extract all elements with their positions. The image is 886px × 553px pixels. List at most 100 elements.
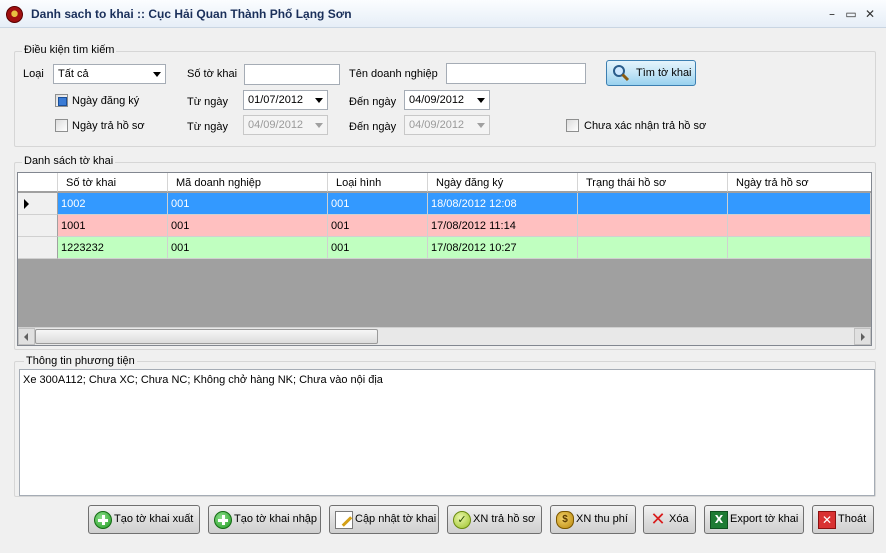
so-to-khai-cell[interactable]: 1002 <box>58 193 168 215</box>
so-to-khai-label: Số tờ khai <box>187 68 238 80</box>
loai-value: Tất cả <box>58 68 89 80</box>
check-icon: ✓ <box>453 511 471 529</box>
cap-nhat-to-khai-label: Cập nhật tờ khai <box>355 513 437 525</box>
so-to-khai-cell[interactable]: 1001 <box>58 215 168 237</box>
loai-hinh-cell[interactable]: 001 <box>328 215 428 237</box>
ten-doanh-nghiep-input[interactable] <box>446 63 586 84</box>
edit-icon <box>335 511 353 529</box>
thoat-button[interactable]: ✕ Thoát <box>812 505 874 534</box>
ngay-dang-ky-cell[interactable]: 17/08/2012 11:14 <box>428 215 578 237</box>
col-header-trang-thai[interactable]: Trạng thái hồ sơ <box>578 173 728 192</box>
search-group-label: Điều kiện tìm kiếm <box>22 44 117 56</box>
table-row[interactable]: 1001 001 001 17/08/2012 11:14 <box>18 215 871 237</box>
xn-tra-ho-so-button[interactable]: ✓ XN trả hồ sơ <box>447 505 542 534</box>
ngay-tra-cell[interactable] <box>728 193 871 215</box>
tao-to-khai-xuat-label: Tạo tờ khai xuất <box>114 513 194 525</box>
den-ngay-value: 04/09/2012 <box>409 94 465 106</box>
money-bag-icon: $ <box>556 511 574 529</box>
chevron-down-icon <box>315 123 323 128</box>
exit-icon: ✕ <box>818 511 836 529</box>
scroll-right-icon[interactable] <box>854 328 871 345</box>
loai-hinh-cell[interactable]: 001 <box>328 193 428 215</box>
row-header[interactable] <box>18 237 58 259</box>
ma-doanh-nghiep-cell[interactable]: 001 <box>168 237 328 259</box>
minimize-button[interactable]: – <box>825 7 839 21</box>
tao-to-khai-nhap-button[interactable]: Tạo tờ khai nhập <box>208 505 321 534</box>
ten-doanh-nghiep-label: Tên doanh nghiệp <box>349 68 438 80</box>
tu-ngay-tra-label: Từ ngày <box>187 121 228 133</box>
ngay-tra-cell[interactable] <box>728 215 871 237</box>
export-to-khai-label: Export tờ khai <box>730 513 799 525</box>
ngay-tra-ho-so-checkbox[interactable] <box>55 119 68 132</box>
tim-to-khai-button[interactable]: Tìm tờ khai <box>606 60 696 86</box>
loai-label: Loại <box>23 68 44 80</box>
current-row-indicator-icon <box>24 199 29 209</box>
window-title: Danh sach to khai :: Cục Hải Quan Thành … <box>31 7 352 21</box>
col-header-ngay-dang-ky[interactable]: Ngày đăng ký <box>428 173 578 192</box>
ngay-dang-ky-label: Ngày đăng ký <box>72 95 140 107</box>
ma-doanh-nghiep-cell[interactable]: 001 <box>168 193 328 215</box>
loai-select[interactable]: Tất cả <box>53 64 166 84</box>
delete-icon: ✕ <box>650 509 666 530</box>
plus-icon <box>94 511 112 529</box>
title-bar[interactable]: Danh sach to khai :: Cục Hải Quan Thành … <box>0 0 886 28</box>
den-ngay-tra-value: 04/09/2012 <box>409 119 465 131</box>
col-header-so-to-khai[interactable]: Số tờ khai <box>58 173 168 192</box>
col-header-loai-hinh[interactable]: Loại hình <box>328 173 428 192</box>
ngay-dang-ky-cell[interactable]: 18/08/2012 12:08 <box>428 193 578 215</box>
den-ngay-datepicker[interactable]: 04/09/2012 <box>404 90 490 110</box>
magnifier-icon <box>612 64 630 82</box>
ngay-tra-cell[interactable] <box>728 237 871 259</box>
xoa-button[interactable]: ✕ Xóa <box>643 505 696 534</box>
horizontal-scrollbar[interactable] <box>18 327 871 345</box>
to-khai-grid[interactable]: Số tờ khai Mã doanh nghiệp Loại hình Ngà… <box>17 172 872 346</box>
den-ngay-tra-datepicker: 04/09/2012 <box>404 115 490 135</box>
row-header[interactable] <box>18 215 58 237</box>
den-ngay-label: Đến ngày <box>349 96 397 108</box>
so-to-khai-cell[interactable]: 1223232 <box>58 237 168 259</box>
scroll-thumb[interactable] <box>35 329 378 344</box>
scroll-left-icon[interactable] <box>18 328 35 345</box>
chevron-down-icon <box>153 72 161 77</box>
maximize-button[interactable]: ▭ <box>844 7 858 21</box>
den-ngay-tra-label: Đến ngày <box>349 121 397 133</box>
chevron-down-icon <box>477 123 485 128</box>
cap-nhat-to-khai-button[interactable]: Cập nhật tờ khai <box>329 505 439 534</box>
chua-xac-nhan-label: Chưa xác nhận trả hồ sơ <box>584 120 707 132</box>
trang-thai-cell[interactable] <box>578 215 728 237</box>
xn-thu-phi-label: XN thu phí <box>576 513 628 525</box>
so-to-khai-input[interactable] <box>244 64 340 85</box>
tao-to-khai-nhap-label: Tạo tờ khai nhập <box>234 513 318 525</box>
trang-thai-cell[interactable] <box>578 237 728 259</box>
table-row[interactable]: 1002 001 001 18/08/2012 12:08 <box>18 193 871 215</box>
col-header-ngay-tra[interactable]: Ngày trả hồ sơ <box>728 173 871 192</box>
ma-doanh-nghiep-cell[interactable]: 001 <box>168 215 328 237</box>
thoat-label: Thoát <box>838 513 867 525</box>
chua-xac-nhan-checkbox[interactable] <box>566 119 579 132</box>
row-header[interactable] <box>18 193 58 215</box>
tao-to-khai-xuat-button[interactable]: Tạo tờ khai xuất <box>88 505 200 534</box>
tu-ngay-tra-datepicker: 04/09/2012 <box>243 115 328 135</box>
export-to-khai-button[interactable]: X Export tờ khai <box>704 505 804 534</box>
tu-ngay-tra-value: 04/09/2012 <box>248 119 304 131</box>
chevron-down-icon <box>477 98 485 103</box>
app-emblem-icon <box>6 6 23 23</box>
list-group-label: Danh sách tờ khai <box>22 155 116 167</box>
loai-hinh-cell[interactable]: 001 <box>328 237 428 259</box>
vehicle-info-textarea[interactable]: Xe 300A112; Chưa XC; Chưa NC; Không chở … <box>19 369 875 496</box>
ngay-dang-ky-checkbox[interactable] <box>55 94 68 107</box>
close-button[interactable]: ✕ <box>863 7 877 21</box>
tu-ngay-value: 01/07/2012 <box>248 94 304 106</box>
excel-icon: X <box>710 511 728 529</box>
xn-thu-phi-button[interactable]: $ XN thu phí <box>550 505 636 534</box>
col-header-ma-doanh-nghiep[interactable]: Mã doanh nghiệp <box>168 173 328 192</box>
chevron-down-icon <box>315 98 323 103</box>
tu-ngay-datepicker[interactable]: 01/07/2012 <box>243 90 328 110</box>
xn-tra-ho-so-label: XN trả hồ sơ <box>473 513 536 525</box>
xoa-label: Xóa <box>669 513 689 525</box>
trang-thai-cell[interactable] <box>578 193 728 215</box>
vehicle-group-label: Thông tin phương tiện <box>24 355 137 367</box>
plus-icon <box>214 511 232 529</box>
table-row[interactable]: 1223232 001 001 17/08/2012 10:27 <box>18 237 871 259</box>
ngay-dang-ky-cell[interactable]: 17/08/2012 10:27 <box>428 237 578 259</box>
